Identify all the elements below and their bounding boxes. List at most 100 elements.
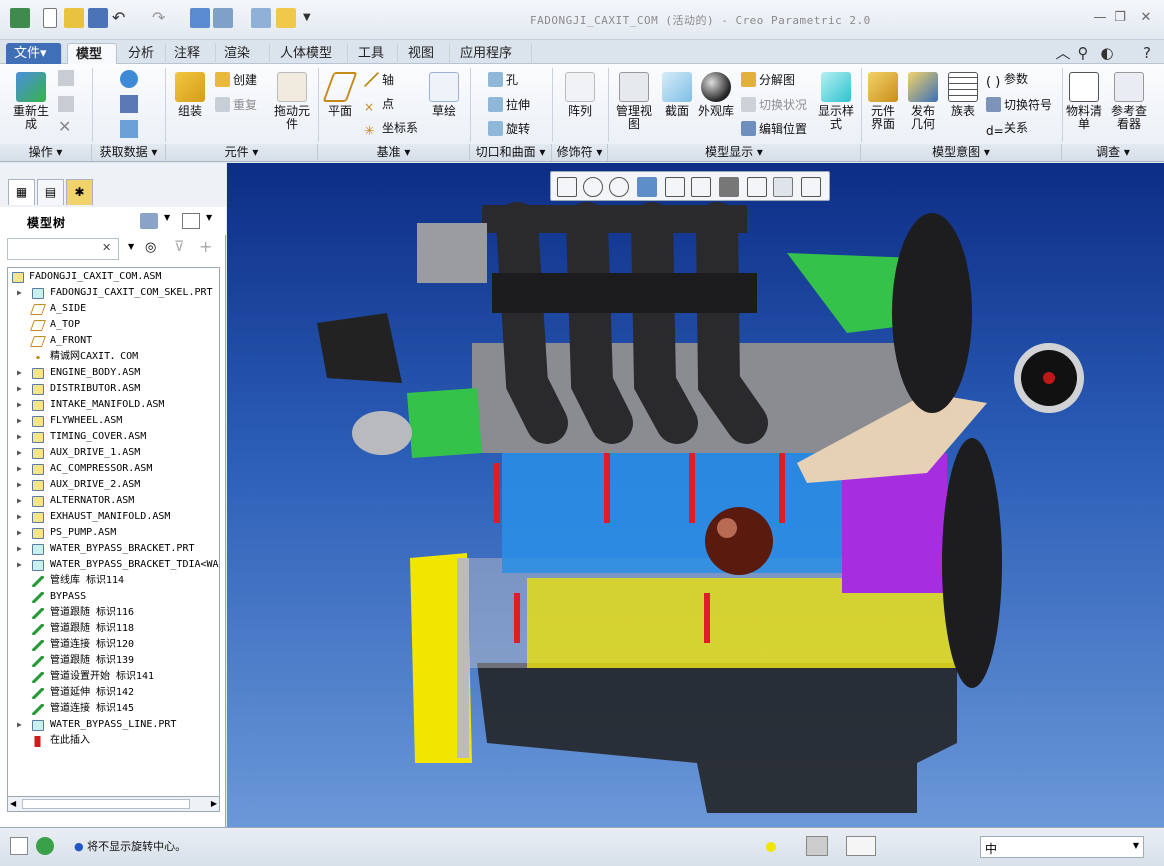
expand-icon[interactable]: ▶ — [17, 285, 22, 301]
group-component[interactable]: 元件 ▾ — [166, 144, 318, 161]
tab-view[interactable]: 视图 — [400, 43, 450, 64]
tree-item[interactable]: 管道设置开始 标识141 — [8, 669, 218, 685]
tree-item[interactable]: ▶ WATER_BYPASS_BRACKET.PRT — [8, 541, 218, 557]
group-get-data[interactable]: 获取数据 ▾ — [92, 144, 166, 161]
tab-tools[interactable]: 工具 — [350, 43, 398, 64]
tab-analysis[interactable]: 分析 — [120, 43, 166, 64]
zoom-out-icon[interactable] — [609, 177, 629, 197]
tree-item[interactable]: ▶ PS_PUMP.ASM — [8, 525, 218, 541]
repaint-icon[interactable] — [637, 177, 657, 197]
tree-item[interactable]: ▶ WATER_BYPASS_BRACKET_TDIA<WA — [8, 557, 219, 573]
tree-item[interactable]: ▶ AUX_DRIVE_2.ASM — [8, 477, 218, 493]
tree-item[interactable]: 管道跟随 标识116 — [8, 605, 218, 621]
expand-icon[interactable]: ▶ — [17, 365, 22, 381]
tab-manikin[interactable]: 人体模型 — [272, 43, 348, 64]
tree-settings-icon[interactable] — [140, 213, 158, 229]
display-style-icon[interactable] — [665, 177, 685, 197]
repeat-button[interactable]: 重复 — [215, 97, 257, 112]
tree-item[interactable]: ▶ ALTERNATOR.ASM — [8, 493, 218, 509]
tab-applications[interactable]: 应用程序 — [452, 43, 532, 64]
tree-item[interactable]: A_FRONT — [8, 333, 218, 349]
spin-center-icon[interactable] — [773, 177, 793, 197]
chevron-down-icon[interactable]: ▼ — [128, 242, 134, 251]
toggle-status-button[interactable]: 切换状况 — [741, 97, 807, 112]
view-manager-icon[interactable] — [719, 177, 739, 197]
create-button[interactable]: 创建 — [215, 72, 257, 87]
section-button[interactable]: 截面 — [660, 72, 694, 118]
expand-icon[interactable]: ▶ — [17, 717, 22, 733]
redo-icon[interactable]: ↷ — [152, 8, 172, 28]
tree-item[interactable]: 在此插入 — [8, 733, 218, 749]
close-window-quick-icon[interactable] — [251, 8, 271, 28]
favorites-tab-icon[interactable]: ✱ — [66, 179, 93, 205]
model-tree-tab-icon[interactable]: ▦ — [8, 179, 35, 205]
expand-icon[interactable]: ▶ — [17, 477, 22, 493]
regenerate-quick-icon[interactable] — [190, 8, 210, 28]
datum-display-icon[interactable] — [747, 177, 767, 197]
group-model-intent[interactable]: 模型意图 ▾ — [861, 144, 1062, 161]
undo-icon[interactable]: ↶ — [112, 8, 132, 28]
pattern-button[interactable]: 阵列 — [562, 72, 598, 118]
selection-filter-icon[interactable] — [846, 836, 876, 856]
chevron-down-icon[interactable]: ▼ — [206, 213, 212, 222]
exploded-view-button[interactable]: 分解图 — [741, 72, 795, 87]
family-table-button[interactable]: 族表 — [946, 72, 980, 118]
customize-toolbar-icon[interactable]: ▼ — [303, 8, 323, 28]
find-icon[interactable] — [806, 836, 828, 856]
chevron-down-icon[interactable]: ▼ — [164, 213, 170, 222]
saved-orientations-icon[interactable] — [691, 177, 711, 197]
merge-icon[interactable] — [120, 95, 138, 113]
folder-browser-tab-icon[interactable]: ▤ — [37, 179, 64, 205]
sketch-button[interactable]: 草绘 — [426, 72, 462, 118]
expand-icon[interactable]: ▶ — [17, 429, 22, 445]
tree-item[interactable]: 管道延伸 标识142 — [8, 685, 218, 701]
tree-item[interactable]: A_TOP — [8, 317, 218, 333]
delete-icon[interactable]: ✕ — [58, 119, 71, 135]
expand-icon[interactable]: ▶ — [17, 381, 22, 397]
refit-icon[interactable] — [557, 177, 577, 197]
tree-item[interactable]: ▶ INTAKE_MANIFOLD.ASM — [8, 397, 218, 413]
help-icon[interactable]: ? — [1138, 44, 1156, 62]
bom-button[interactable]: 物料清单 — [1066, 72, 1102, 131]
expand-icon[interactable]: ▶ — [17, 493, 22, 509]
community-icon[interactable]: ◐ — [1098, 44, 1116, 62]
chevron-up-icon[interactable]: ︿ — [1054, 44, 1072, 62]
folder-star-icon[interactable] — [276, 8, 296, 28]
drag-components-button[interactable]: 拖动元件 — [274, 72, 310, 131]
tree-item[interactable]: ▶ AC_COMPRESSOR.ASM — [8, 461, 218, 477]
regenerate-button[interactable]: 重新生成 — [8, 72, 54, 131]
tree-horizontal-scrollbar[interactable]: ◀ ▶ — [7, 797, 220, 812]
tree-item[interactable]: ▶ DISTRIBUTOR.ASM — [8, 381, 218, 397]
chevron-down-icon[interactable]: ▼ — [1133, 841, 1139, 850]
tree-item[interactable]: ▶ WATER_BYPASS_LINE.PRT — [8, 717, 218, 733]
appearance-gallery-button[interactable]: 外观库 — [698, 72, 734, 118]
expand-icon[interactable]: ▶ — [17, 509, 22, 525]
parameters-button[interactable]: ( ) 参数 — [986, 72, 1028, 90]
zoom-in-icon[interactable] — [583, 177, 603, 197]
edit-position-button[interactable]: 编辑位置 — [741, 121, 807, 136]
expand-icon[interactable]: ▶ — [17, 541, 22, 557]
manage-views-button[interactable]: 管理视图 — [612, 72, 656, 131]
tree-item[interactable]: ▶ EXHAUST_MANIFOLD.ASM — [8, 509, 218, 525]
tree-item[interactable]: ▶ FLYWHEEL.ASM — [8, 413, 218, 429]
tree-item[interactable]: 管道跟随 标识118 — [8, 621, 218, 637]
open-folder-icon[interactable] — [64, 8, 84, 28]
expand-icon[interactable]: ▶ — [17, 557, 22, 573]
save-icon[interactable] — [88, 8, 108, 28]
expand-icon[interactable]: ▶ — [17, 413, 22, 429]
group-cut-surface[interactable]: 切口和曲面 ▾ — [470, 144, 552, 161]
expand-icon[interactable]: ▶ — [17, 461, 22, 477]
tree-item[interactable]: A_SIDE — [8, 301, 218, 317]
component-interface-button[interactable]: 元件界面 — [866, 72, 900, 131]
tree-item[interactable]: 精诚网CAXIT．COM — [8, 349, 218, 365]
graphics-window[interactable] — [227, 163, 1164, 827]
tree-item[interactable]: ▶ AUX_DRIVE_1.ASM — [8, 445, 218, 461]
axis-button[interactable]: 轴 — [364, 72, 394, 87]
clear-search-icon[interactable]: ✕ — [102, 241, 111, 254]
tree-item[interactable]: 管道连接 标识145 — [8, 701, 218, 717]
tree-item[interactable]: ▶ TIMING_COVER.ASM — [8, 429, 218, 445]
scroll-left-icon[interactable]: ◀ — [10, 799, 16, 808]
tree-item[interactable]: FADONGJI_CAXIT_COM.ASM — [8, 269, 218, 285]
filter-icon[interactable]: ⊽ — [174, 239, 184, 255]
scroll-right-icon[interactable]: ▶ — [211, 799, 217, 808]
